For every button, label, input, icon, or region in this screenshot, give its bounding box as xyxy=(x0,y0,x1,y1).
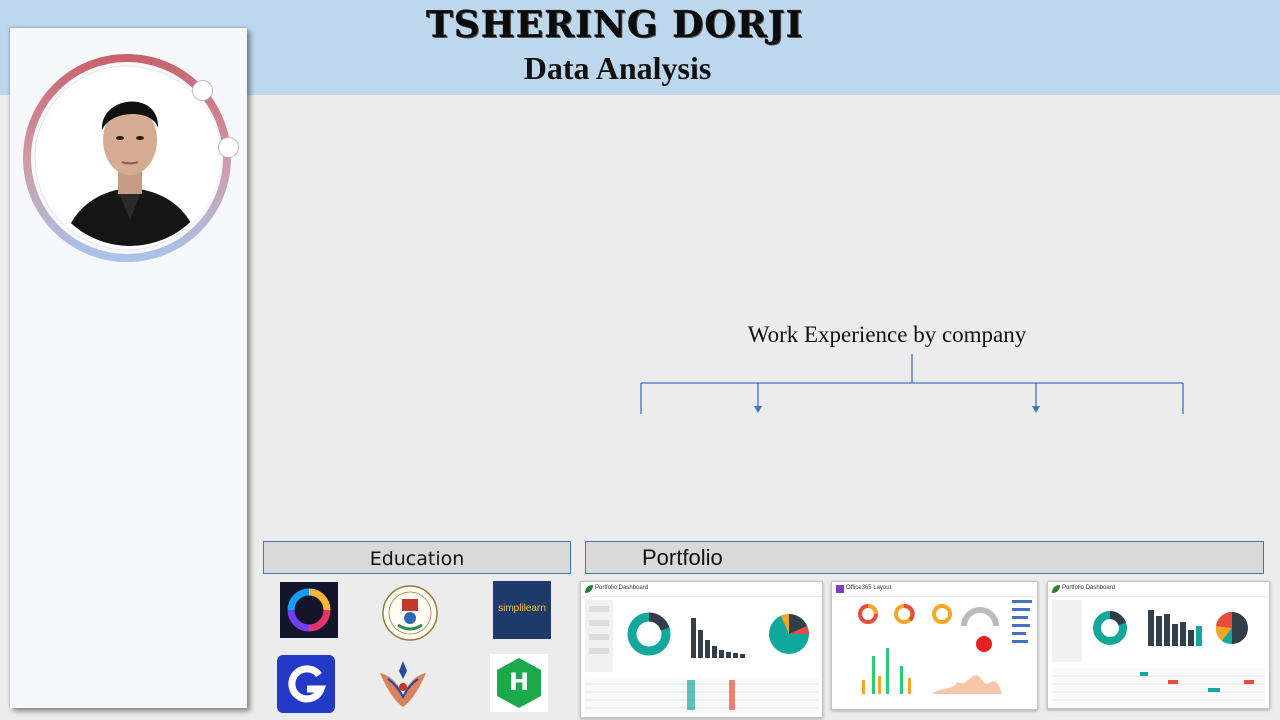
simplilearn-text: simplilearn xyxy=(498,603,546,614)
page-title: TSHERING DORJI xyxy=(426,4,804,46)
hackerrank-logo: H xyxy=(490,654,548,712)
thumbnail-title: Office365 Layout xyxy=(846,585,892,591)
portfolio-label: Portfolio xyxy=(642,545,723,570)
thumbnail-preview-graphic xyxy=(585,600,818,713)
thumbnail-header: Office365 Layout xyxy=(832,582,1037,597)
portfolio-thumbnail-3[interactable]: Portfolio Dashboard xyxy=(1047,581,1270,709)
leaf-icon xyxy=(1052,585,1060,593)
ring-dot-top xyxy=(192,80,213,101)
hackerrank-letter: H xyxy=(508,668,530,696)
education-header: Education xyxy=(263,541,571,574)
thumbnail-title: Portfolio Dashboard xyxy=(1062,585,1116,591)
page-subtitle: Data Analysis xyxy=(523,50,712,86)
portfolio-header: Portfolio xyxy=(585,541,1264,574)
leaf-icon xyxy=(585,585,593,593)
simplilearn-logo: simplilearn xyxy=(493,581,551,639)
thumbnail-title: Portfolio Dashboard xyxy=(595,585,649,591)
work-experience-connectors xyxy=(640,354,1184,414)
thumbnail-header: Portfolio Dashboard xyxy=(1048,582,1269,597)
institution-emblem-logo xyxy=(376,657,430,711)
university-seal-logo xyxy=(382,585,438,641)
portfolio-thumbnail-2[interactable]: Office365 Layout xyxy=(831,581,1038,710)
thumbnail-preview-graphic xyxy=(1052,600,1265,704)
work-experience-title: Work Experience by company xyxy=(747,322,1027,347)
g-logo xyxy=(277,655,335,713)
sololearn-logo xyxy=(280,582,338,638)
education-label: Education xyxy=(369,548,465,570)
office-app-icon xyxy=(836,585,844,593)
thumbnail-header: Portfolio Dashboard xyxy=(581,582,822,597)
portfolio-thumbnail-1[interactable]: Portfolio Dashboard xyxy=(580,581,823,718)
ring-dot-right xyxy=(218,137,239,158)
thumbnail-preview-graphic xyxy=(858,600,1032,694)
